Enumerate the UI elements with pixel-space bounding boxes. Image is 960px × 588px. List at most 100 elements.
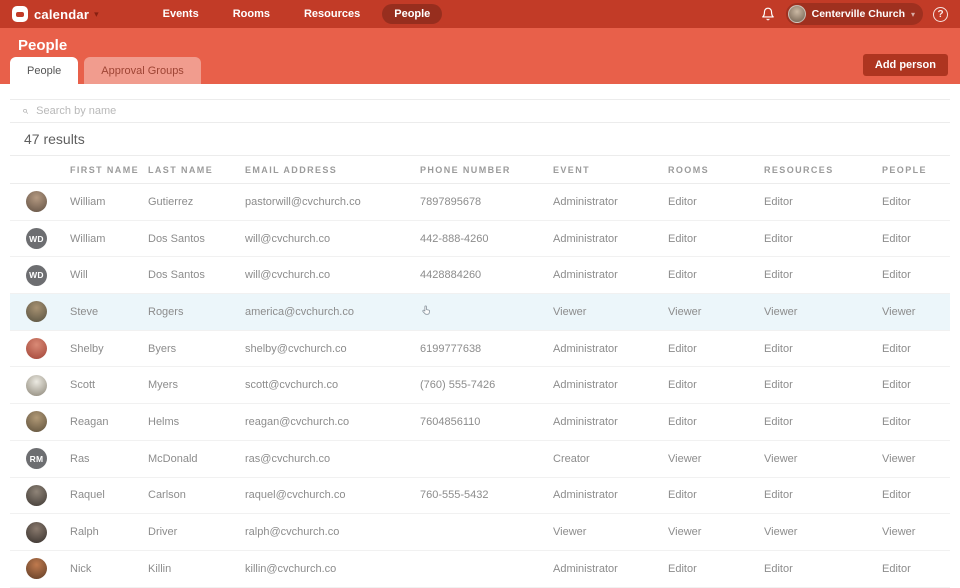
tab-people[interactable]: People — [10, 57, 79, 84]
last-name-cell: Rogers — [148, 305, 184, 318]
last-name-cell: Killin — [148, 562, 172, 575]
search-icon: ⌕ — [22, 104, 29, 117]
rooms-role-cell: Editor — [668, 379, 697, 392]
column-event: Event — [553, 155, 668, 184]
email-cell: reagan@cvchurch.co — [245, 415, 350, 428]
column-rooms: Rooms — [668, 155, 764, 184]
topbar-right-group: Centerville Church ▾ ? — [760, 3, 948, 25]
avatar — [26, 374, 47, 396]
column-resources: Resources — [764, 155, 882, 184]
event-role-cell: Viewer — [553, 526, 587, 539]
people-role-cell: Viewer — [882, 526, 916, 539]
top-navigation-bar: calendar ▾ Events Rooms Resources People… — [0, 0, 960, 28]
table-row[interactable]: Steve Rogers america@cvchurch.co Viewer … — [10, 293, 950, 331]
email-cell: ralph@cvchurch.co — [245, 526, 340, 539]
column-people: People — [882, 155, 950, 184]
table-row[interactable]: Reagan Helms reagan@cvchurch.co 76048561… — [10, 404, 950, 441]
rooms-role-cell: Editor — [668, 562, 697, 575]
rooms-role-cell: Editor — [668, 489, 697, 502]
avatar-cell — [10, 477, 70, 514]
tab-approval-groups[interactable]: Approval Groups — [84, 57, 201, 84]
table-row[interactable]: Nick Killin killin@cvchurch.co Administr… — [10, 550, 950, 588]
first-name-cell: Shelby — [70, 342, 104, 355]
event-role-cell: Administrator — [553, 489, 618, 502]
tab-bar: People Approval Groups — [10, 57, 201, 84]
nav-item-events[interactable]: Events — [151, 4, 211, 24]
first-name-cell: Will — [70, 269, 88, 282]
email-cell: raquel@cvchurch.co — [245, 489, 346, 502]
chevron-down-icon: ▾ — [94, 8, 99, 19]
first-name-cell: Reagan — [70, 415, 109, 428]
table-row[interactable]: WD William Dos Santos will@cvchurch.co 4… — [10, 220, 950, 257]
table-row[interactable]: WD Will Dos Santos will@cvchurch.co 4428… — [10, 257, 950, 294]
email-cell: will@cvchurch.co — [245, 269, 331, 282]
table-row[interactable]: RM Ras McDonald ras@cvchurch.co Creator … — [10, 440, 950, 477]
first-name-cell: Nick — [70, 562, 92, 575]
rooms-role-cell: Viewer — [668, 526, 702, 539]
help-icon[interactable]: ? — [933, 6, 948, 22]
search-input[interactable] — [36, 105, 938, 117]
resources-role-cell: Viewer — [764, 452, 798, 465]
nav-item-rooms[interactable]: Rooms — [221, 4, 282, 24]
rooms-role-cell: Viewer — [668, 305, 702, 318]
event-role-cell: Viewer — [553, 305, 587, 318]
phone-cell: 7604856110 — [420, 415, 481, 428]
avatar — [26, 338, 47, 360]
column-first-name: First Name — [70, 155, 148, 184]
cursor-icon — [420, 304, 433, 317]
resources-role-cell: Viewer — [764, 305, 798, 318]
nav-item-resources[interactable]: Resources — [292, 4, 372, 24]
rooms-role-cell: Editor — [668, 232, 697, 245]
phone-cell — [420, 514, 553, 551]
avatar-cell — [10, 367, 70, 404]
avatar-cell — [10, 294, 70, 331]
people-role-cell: Viewer — [882, 305, 916, 318]
people-role-cell: Editor — [882, 379, 911, 392]
phone-cell: 442-888-4260 — [420, 232, 489, 245]
app-logo-label: calendar — [34, 6, 90, 22]
app-logo[interactable]: calendar ▾ — [12, 6, 99, 22]
avatar: WD — [26, 264, 47, 286]
resources-role-cell: Editor — [764, 195, 793, 208]
people-role-cell: Editor — [882, 195, 911, 208]
last-name-cell: Dos Santos — [148, 232, 205, 245]
event-role-cell: Administrator — [553, 415, 618, 428]
results-count: 47 results — [24, 131, 85, 147]
people-role-cell: Editor — [882, 342, 911, 355]
table-row[interactable]: William Gutierrez pastorwill@cvchurch.co… — [10, 184, 950, 221]
notifications-bell-icon[interactable] — [760, 6, 776, 22]
rooms-role-cell: Editor — [668, 342, 697, 355]
primary-nav: Events Rooms Resources People — [151, 4, 443, 24]
avatar-cell — [10, 404, 70, 441]
resources-role-cell: Editor — [764, 489, 793, 502]
table-row[interactable]: Scott Myers scott@cvchurch.co (760) 555-… — [10, 367, 950, 404]
email-cell: ras@cvchurch.co — [245, 452, 331, 465]
people-role-cell: Editor — [882, 562, 911, 575]
avatar-cell — [10, 330, 70, 367]
resources-role-cell: Editor — [764, 232, 793, 245]
first-name-cell: Scott — [70, 379, 96, 392]
chevron-down-icon: ▾ — [910, 9, 915, 19]
table-row[interactable]: Ralph Driver ralph@cvchurch.co Viewer Vi… — [10, 514, 950, 551]
page-header: People People Approval Groups Add person — [0, 28, 960, 84]
avatar-cell — [10, 514, 70, 551]
rooms-role-cell: Editor — [668, 269, 697, 282]
last-name-cell: Gutierrez — [148, 195, 194, 208]
avatar — [26, 411, 47, 433]
avatar-cell — [10, 184, 70, 221]
rooms-role-cell: Editor — [668, 415, 697, 428]
account-menu[interactable]: Centerville Church ▾ — [785, 3, 923, 25]
table-row[interactable]: Raquel Carlson raquel@cvchurch.co 760-55… — [10, 477, 950, 514]
add-person-button[interactable]: Add person — [862, 54, 948, 76]
phone-cell — [420, 294, 553, 331]
table-row[interactable]: Shelby Byers shelby@cvchurch.co 61997776… — [10, 330, 950, 367]
last-name-cell: Dos Santos — [148, 269, 205, 282]
page-title: People — [18, 37, 68, 54]
last-name-cell: Driver — [148, 526, 178, 539]
resources-role-cell: Editor — [764, 379, 793, 392]
nav-item-people[interactable]: People — [382, 4, 443, 24]
avatar-cell: WD — [10, 257, 70, 294]
people-table: First Name Last Name Email Address Phone… — [10, 155, 950, 588]
resources-role-cell: Editor — [764, 342, 793, 355]
people-role-cell: Editor — [882, 489, 911, 502]
